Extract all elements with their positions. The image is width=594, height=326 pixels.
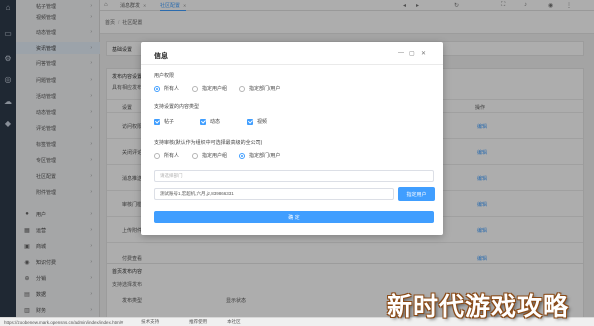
radio-label: 指定部门/用户 [249,153,281,159]
checkbox-label: 视频 [257,119,268,125]
radio-dot [154,85,160,92]
status-url: https://zoobenew.mark.opensns.cn/admin/i… [4,319,124,325]
dialog-title: 信息 [154,53,168,60]
dialog-divider [141,64,443,65]
info-dialog: 信息 — ▢ ✕ 用户权限 所有人 指定用户组 指定部门/用户 支持设置的内容类… [141,42,443,235]
scope-radio-all[interactable]: 所有人 [154,152,179,159]
watermark-logo: 新时代游戏攻略 [387,292,570,321]
type-checkbox-post[interactable]: 帖子 [154,118,174,125]
radio-label: 所有人 [164,153,180,159]
checkbox-checked [200,118,206,125]
user-permission-label: 用户权限 [154,73,175,79]
user-field[interactable]: 测试账号1,宏超机,六月,jz,839866331 [154,188,394,200]
perm-radio-group[interactable]: 指定用户组 [192,85,227,92]
status-text-support: 技术支持 [141,319,160,324]
radio-label: 所有人 [164,86,180,92]
type-checkbox-video[interactable]: 视频 [247,118,267,125]
radio-label: 指定用户组 [202,86,228,92]
department-select[interactable]: 请选择部门 [154,170,434,182]
content-types-label: 支持设置的内容类型 [154,104,200,110]
radio-dot [192,85,198,92]
perm-radio-dept[interactable]: 指定部门/用户 [239,85,280,92]
checkbox-label: 帖子 [164,119,175,125]
checkbox-checked [154,118,160,125]
scope-radio-group[interactable]: 指定用户组 [192,152,227,159]
type-checkbox-dynamic[interactable]: 动态 [200,118,220,125]
checkbox-checked [247,118,253,125]
perm-radio-all[interactable]: 所有人 [154,85,179,92]
maximize-icon[interactable]: ▢ [409,50,415,57]
radio-label: 指定用户组 [202,153,228,159]
confirm-button[interactable]: 确 定 [154,211,434,223]
status-text-community: 本社区 [227,319,241,324]
close-icon[interactable]: ✕ [421,50,426,57]
radio-dot [154,152,160,159]
assign-user-button[interactable]: 指定用户 [398,187,435,201]
radio-dot [239,85,245,92]
scope-radio-dept[interactable]: 指定部门/用户 [239,152,280,159]
status-text-recommend: 推荐使用 [189,319,208,324]
radio-dot [239,152,245,159]
checkbox-label: 动态 [210,119,221,125]
radio-dot [192,152,198,159]
review-scope-label: 支持审核(默认作为组织中可选择最高级的全公司) [154,140,263,146]
radio-label: 指定部门/用户 [249,86,281,92]
minimize-icon[interactable]: — [398,50,404,56]
